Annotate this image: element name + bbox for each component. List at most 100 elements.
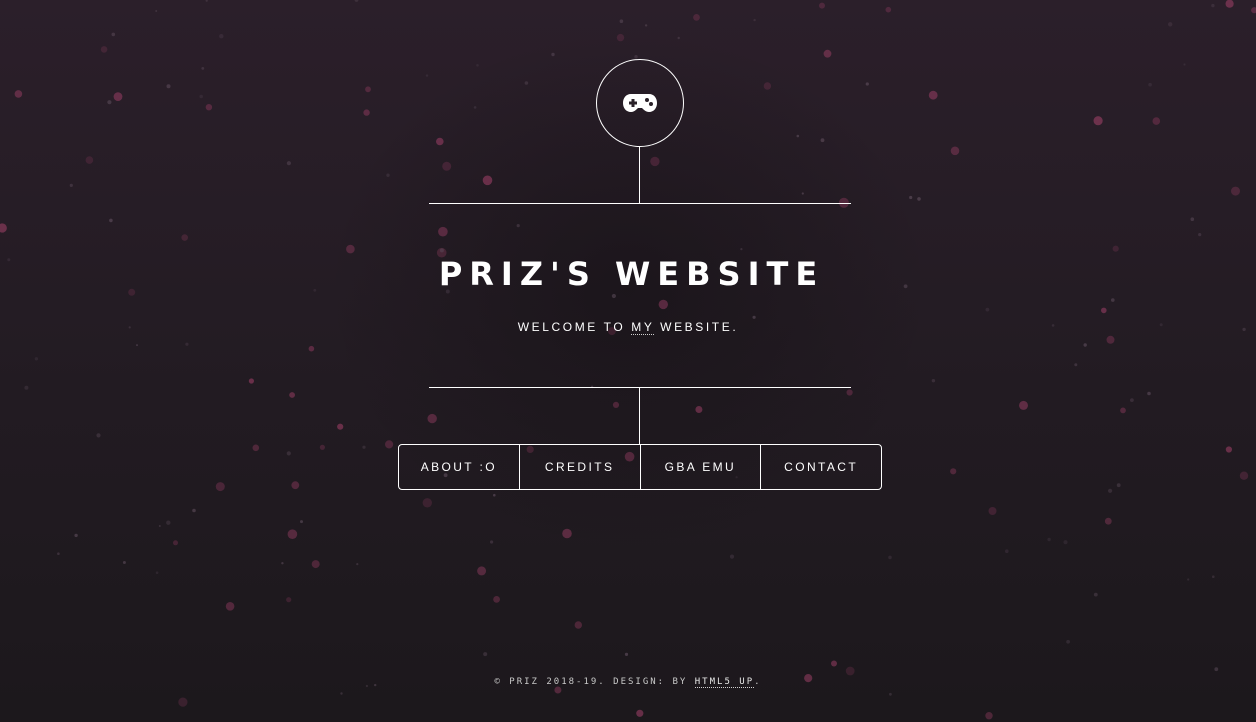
particle <box>107 100 112 105</box>
particle <box>1168 22 1173 27</box>
particle <box>427 413 437 424</box>
particle <box>178 697 188 707</box>
particle <box>1019 400 1028 410</box>
footer-html5up-link[interactable]: HTML5 UP <box>694 677 755 688</box>
particle <box>113 92 123 101</box>
nav-credits-button[interactable]: CREDITS <box>518 445 640 489</box>
page-title: PRIZ'S WEBSITE <box>438 255 825 293</box>
particle <box>425 74 429 77</box>
particle <box>291 481 300 490</box>
particle <box>1083 343 1087 347</box>
particle <box>1063 540 1068 545</box>
subtitle-emphasis: MY <box>631 320 655 335</box>
particle <box>439 248 444 253</box>
particle <box>286 597 292 603</box>
particle <box>846 389 853 396</box>
particle <box>337 423 344 430</box>
particle <box>1251 7 1256 14</box>
particle <box>96 433 101 438</box>
particle <box>483 652 488 657</box>
particle <box>909 195 913 200</box>
nav-contact-button[interactable]: CONTACT <box>760 445 881 489</box>
particle <box>650 156 660 167</box>
particle <box>1211 3 1215 8</box>
particle <box>289 392 295 398</box>
particle <box>1225 446 1232 453</box>
particle <box>1190 217 1195 221</box>
particle <box>205 104 213 111</box>
divider-top <box>429 203 851 204</box>
particle <box>436 137 444 146</box>
particle <box>300 520 303 524</box>
particle <box>109 218 113 223</box>
particle <box>493 493 496 497</box>
particle <box>823 49 832 58</box>
particle <box>354 0 359 2</box>
particle <box>490 540 494 544</box>
particle <box>122 561 126 564</box>
particle <box>473 106 477 109</box>
particle <box>658 299 668 310</box>
particle <box>611 293 617 299</box>
footer: © PRIZ 2018-19. DESIGN: BY HTML5 UP. <box>0 676 1256 688</box>
footer-end: . <box>754 677 762 687</box>
subtitle-text-before: WELCOME TO <box>517 320 632 334</box>
particle <box>612 401 620 408</box>
particle <box>85 156 94 164</box>
particle <box>319 444 325 450</box>
gamepad-icon <box>623 94 657 112</box>
nav-about-button[interactable]: ABOUT :O <box>399 445 519 489</box>
particle <box>181 234 188 241</box>
particle <box>482 175 493 186</box>
particle <box>1187 578 1190 581</box>
particle <box>729 554 735 559</box>
particle <box>574 621 582 629</box>
particle <box>1101 307 1107 314</box>
particle <box>524 81 529 85</box>
particle <box>796 134 800 138</box>
particle <box>442 161 452 171</box>
particle <box>34 357 39 361</box>
particle <box>477 566 487 576</box>
particle <box>1104 517 1112 525</box>
particle <box>281 562 284 565</box>
page-subtitle: WELCOME TO MY WEBSITE. <box>0 318 1256 336</box>
particle <box>634 55 638 59</box>
footer-copyright: © PRIZ 2018-19. DESIGN: BY <box>494 677 695 687</box>
particle <box>385 440 394 449</box>
particle <box>363 109 370 116</box>
particle <box>173 540 178 546</box>
particle <box>1112 245 1119 252</box>
main-nav: ABOUT :O CREDITS GBA EMU CONTACT <box>398 444 882 490</box>
particle <box>74 533 78 538</box>
particle <box>14 90 23 98</box>
particle <box>192 508 196 513</box>
particle <box>286 161 291 166</box>
particle <box>1093 116 1103 126</box>
particle <box>346 244 355 254</box>
particle <box>365 86 371 93</box>
particle <box>1106 335 1115 344</box>
nav-gba-emu-button[interactable]: GBA EMU <box>639 445 761 489</box>
particle <box>888 555 892 560</box>
particle <box>985 712 993 720</box>
particle <box>69 183 73 187</box>
particle <box>166 84 171 89</box>
particle <box>1047 537 1051 542</box>
particle <box>100 46 108 53</box>
particle <box>215 482 225 492</box>
particle <box>1066 639 1070 644</box>
particle <box>1093 592 1098 597</box>
particle <box>516 224 520 228</box>
particle <box>1116 483 1121 488</box>
particle <box>1111 298 1115 302</box>
particle <box>219 34 224 39</box>
particle <box>624 652 629 657</box>
particle <box>845 666 855 676</box>
particle <box>201 67 205 70</box>
particle <box>1108 488 1113 493</box>
particle <box>616 33 625 42</box>
particle <box>386 173 390 177</box>
particle <box>753 18 756 22</box>
particle <box>362 445 366 449</box>
